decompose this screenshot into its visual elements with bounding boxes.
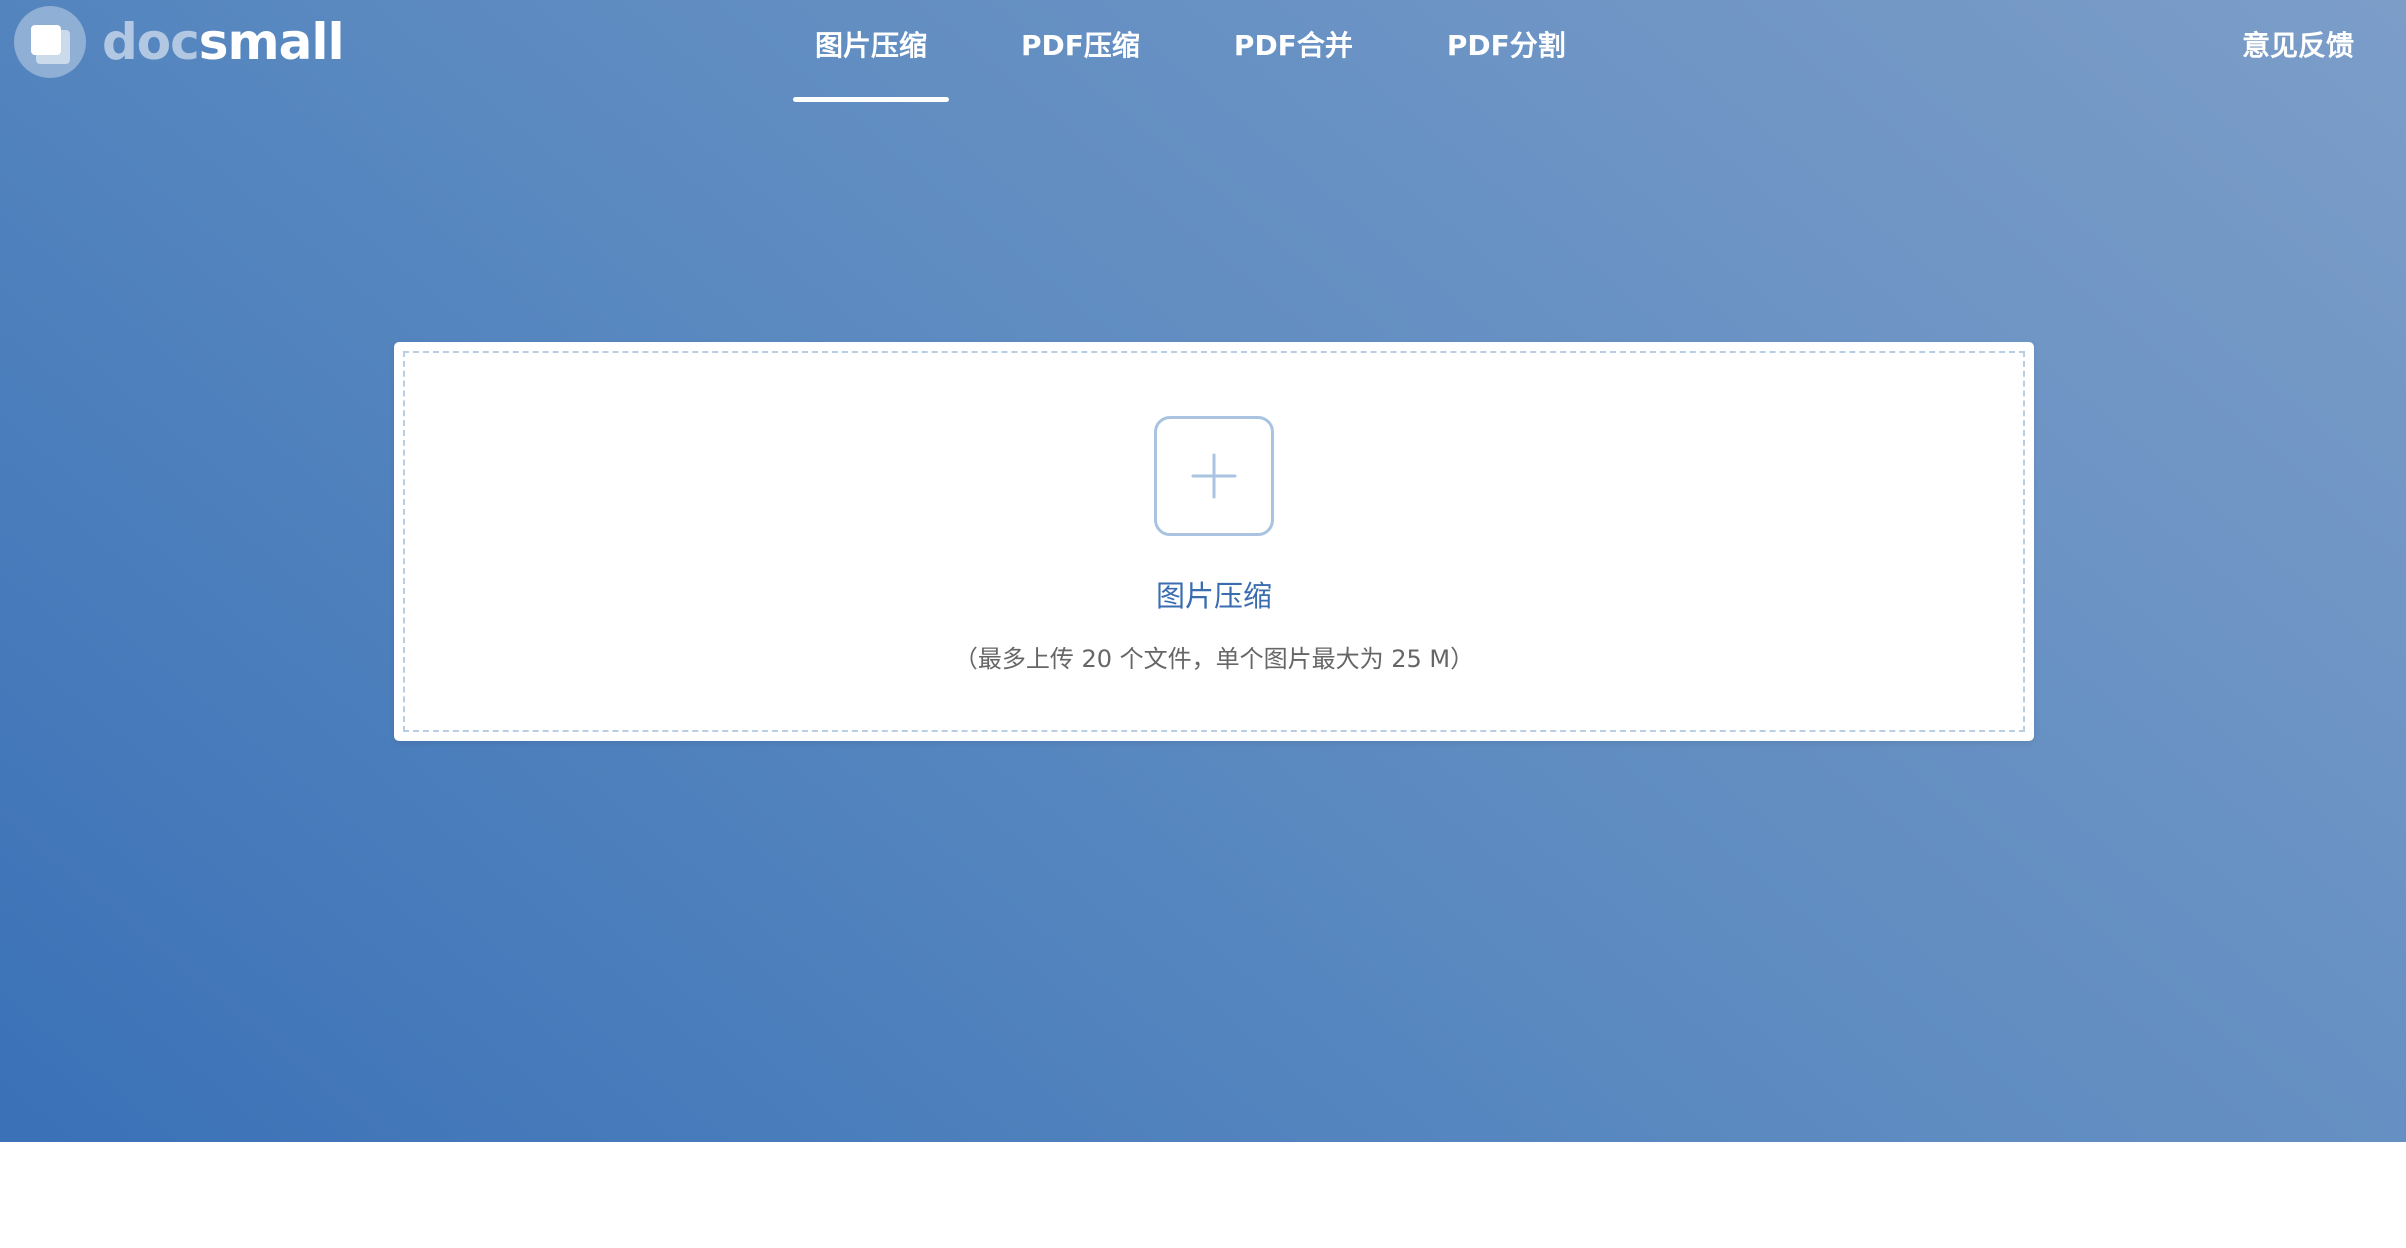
brand-name: docsmall [102,6,345,78]
nav-tab-pdf-compress[interactable]: PDF压缩 [999,0,1162,102]
nav-tab-image-compress[interactable]: 图片压缩 [793,0,950,102]
upload-title: 图片压缩 [1155,579,1272,613]
upload-limit-hint: （最多上传 20 个文件，单个图片最大为 25 M） [953,645,1475,673]
top-navigation-bar: docsmall 图片压缩 PDF压缩 PDF合并 PDF分割 意见反馈 [0,0,2406,102]
main-nav: 图片压缩 PDF压缩 PDF合并 PDF分割 [793,0,1638,102]
nav-tab-pdf-merge[interactable]: PDF合并 [1212,0,1375,102]
brand-name-part1: doc [102,13,200,71]
feedback-link[interactable]: 意见反馈 [2242,24,2354,64]
upload-card: 图片压缩 （最多上传 20 个文件，单个图片最大为 25 M） [394,342,2034,741]
hero-banner: docsmall 图片压缩 PDF压缩 PDF合并 PDF分割 意见反馈 图片压… [0,0,2406,1142]
add-file-button[interactable] [1154,416,1274,536]
brand-name-part2: small [198,13,345,71]
layered-squares-icon [14,6,86,78]
nav-tab-pdf-split[interactable]: PDF分割 [1425,0,1588,102]
plus-icon [1191,453,1237,499]
file-dropzone[interactable]: 图片压缩 （最多上传 20 个文件，单个图片最大为 25 M） [403,351,2025,732]
brand-logo-link[interactable]: docsmall [14,6,345,78]
